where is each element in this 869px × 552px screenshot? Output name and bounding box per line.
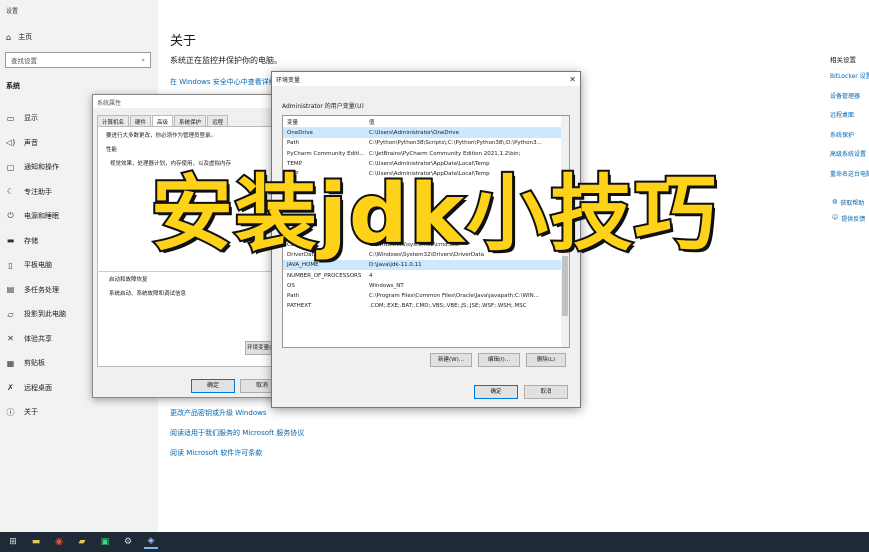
- sidebar-item-label: 体验共享: [24, 334, 52, 343]
- table-row[interactable]: PATHEXT .COM;.EXE;.BAT;.CMD;.VBS;.VBE;.JS…: [283, 301, 569, 311]
- info-icon: ⓘ: [6, 407, 15, 417]
- delete-button[interactable]: 删除(L): [526, 353, 566, 367]
- variable-value: C:\Program Files\Common Files\Oracle\Jav…: [369, 293, 539, 300]
- variable-value: 4: [369, 272, 373, 279]
- table-row[interactable]: Path C:\Python\Python38\Scripts\;C:\Pytho…: [283, 138, 569, 148]
- dialog-title: 环境变量: [276, 76, 301, 84]
- variable-value: C:\Users\Administrator\OneDrive: [369, 130, 460, 137]
- ok-button[interactable]: 确定: [191, 379, 235, 393]
- home-link[interactable]: ⌂ 主页: [6, 32, 32, 42]
- startup-group: 启动和故障恢复 系统启动、系统故障和调试信息: [97, 271, 287, 297]
- folder-icon[interactable]: ▰: [75, 535, 89, 549]
- variable-name: OS: [287, 282, 295, 289]
- performance-label: 性能: [106, 147, 118, 153]
- close-icon[interactable]: ✕: [569, 75, 576, 84]
- remote-desktop-link[interactable]: 远程桌面: [830, 110, 869, 130]
- table-header: 变量 值: [283, 116, 569, 128]
- device-manager-link[interactable]: 设备管理器: [830, 91, 869, 111]
- chrome-icon[interactable]: ◉: [52, 535, 66, 549]
- table-row[interactable]: NUMBER_OF_PROCESSORS 4: [283, 270, 569, 280]
- service-agreement-link[interactable]: 阅读适用于我们服务的 Microsoft 服务协议: [170, 428, 304, 448]
- table-row[interactable]: Path C:\Program Files\Common Files\Oracle…: [283, 291, 569, 301]
- search-icon: ⌕: [141, 55, 145, 64]
- variable-value: Windows_NT: [369, 282, 404, 289]
- dialog-title: 系统属性: [93, 95, 291, 108]
- video-title-overlay: 安装jdk小技巧: [149, 165, 719, 264]
- system-properties-icon[interactable]: ◈: [144, 535, 158, 549]
- page-title: 关于: [170, 34, 197, 49]
- section-title: 系统: [6, 82, 20, 90]
- clipboard-icon: ▦: [6, 358, 15, 368]
- user-variables-label: Administrator 的用户变量(U): [282, 103, 364, 110]
- dialog-titlebar: 环境变量 ✕: [272, 72, 580, 86]
- license-terms-link[interactable]: 阅读 Microsoft 软件许可条款: [170, 448, 304, 468]
- sidebar-item-label: 关于: [24, 408, 38, 417]
- search-input[interactable]: 查找设置 ⌕: [5, 52, 151, 68]
- ok-button[interactable]: 确定: [474, 385, 518, 399]
- cancel-button[interactable]: 取消: [524, 385, 568, 399]
- sound-icon: ◁): [6, 138, 16, 148]
- start-icon[interactable]: ⊞: [6, 535, 20, 549]
- admin-note: 要进行大多数更改，你必须作为管理员登录。: [106, 133, 217, 139]
- new-button[interactable]: 新建(W)...: [430, 353, 472, 367]
- sidebar-item-label: 多任务处理: [24, 285, 59, 294]
- sidebar-item-label: 投影到此电脑: [24, 310, 66, 319]
- related-heading: 相关设置: [830, 56, 856, 64]
- pycharm-icon[interactable]: ▣: [98, 535, 112, 549]
- column-value[interactable]: 值: [369, 118, 559, 126]
- share-icon: ✕: [7, 334, 14, 344]
- variable-value: .COM;.EXE;.BAT;.CMD;.VBS;.VBE;.JS;.JSE;.…: [369, 303, 527, 310]
- change-product-key-link[interactable]: 更改产品密钥或升级 Windows: [170, 408, 304, 428]
- bottom-links: 更改产品密钥或升级 Windows 阅读适用于我们服务的 Microsoft 服…: [170, 408, 304, 468]
- variable-name: PATHEXT: [287, 303, 312, 310]
- taskbar: ⊞ ▬ ◉ ▰ ▣ ⚙ ◈: [0, 532, 869, 552]
- sidebar-item-label: 声音: [24, 138, 38, 147]
- display-icon: ▭: [6, 113, 15, 123]
- search-placeholder: 查找设置: [11, 57, 37, 65]
- file-explorer-icon[interactable]: ▬: [29, 535, 43, 549]
- variable-name: Path: [287, 293, 300, 300]
- settings-icon[interactable]: ⚙: [121, 535, 135, 549]
- column-variable[interactable]: 变量: [283, 118, 369, 126]
- startup-desc: 系统启动、系统故障和调试信息: [109, 291, 187, 297]
- edit-button[interactable]: 编辑(I)...: [478, 353, 520, 367]
- remote-icon: ✗: [7, 383, 14, 393]
- variable-value: C:\Python\Python38\Scripts\;C:\Python\Py…: [369, 140, 542, 147]
- startup-label: 启动和故障恢复: [109, 277, 148, 283]
- window-title: 设置: [6, 8, 19, 15]
- sidebar-item-label: 远程桌面: [24, 383, 52, 392]
- home-label: 主页: [18, 33, 33, 41]
- sidebar-item-label: 剪贴板: [24, 359, 45, 368]
- variable-value: C:\JetBrains\PyCharm Community Edition 2…: [369, 150, 521, 157]
- system-protection-link[interactable]: 系统保护: [830, 130, 869, 150]
- home-icon: ⌂: [6, 32, 12, 42]
- variable-name: PyCharm Community Editi...: [287, 150, 365, 157]
- table-row[interactable]: OneDrive C:\Users\Administrator\OneDrive: [283, 128, 569, 139]
- projector-icon: ▱: [7, 309, 14, 319]
- security-status: 系统正在监控并保护你的电脑。: [170, 56, 282, 65]
- sidebar-item-label: 显示: [24, 114, 38, 123]
- multitask-icon: ▤: [6, 285, 15, 295]
- variable-name: NUMBER_OF_PROCESSORS: [287, 272, 362, 279]
- sidebar-item[interactable]: ⓘ 关于: [0, 400, 158, 425]
- table-row[interactable]: OS Windows_NT: [283, 281, 569, 291]
- variable-name: Path: [287, 140, 300, 147]
- bitlocker-link[interactable]: BitLocker 设置: [830, 71, 869, 91]
- table-row[interactable]: PyCharm Community Editi... C:\JetBrains\P…: [283, 149, 569, 159]
- variable-name: OneDrive: [287, 130, 313, 137]
